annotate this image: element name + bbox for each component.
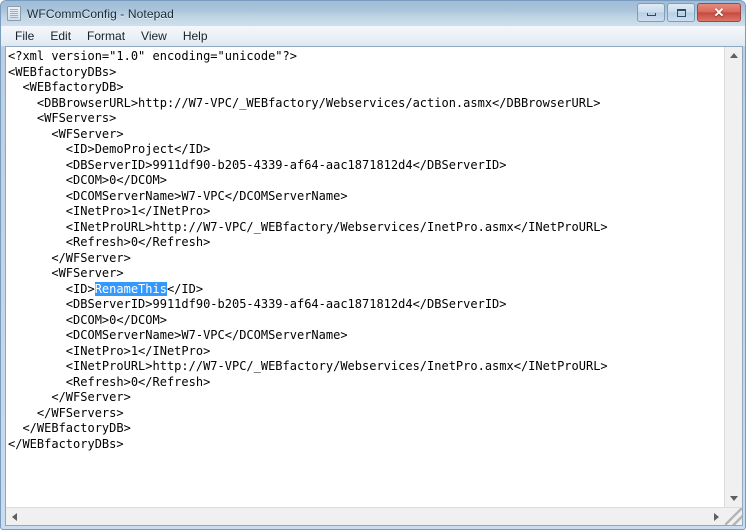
- scroll-left-button[interactable]: [6, 508, 23, 525]
- minimize-icon: [647, 13, 656, 16]
- close-button[interactable]: ✕: [697, 3, 741, 22]
- notepad-document-icon: [7, 6, 21, 21]
- text-editor-area[interactable]: <?xml version="1.0" encoding="unicode"?>…: [6, 47, 724, 507]
- xml-content[interactable]: <?xml version="1.0" encoding="unicode"?>…: [8, 49, 724, 452]
- close-icon: ✕: [714, 6, 725, 19]
- vertical-scrollbar[interactable]: [724, 47, 742, 507]
- selected-text[interactable]: RenameThis: [95, 282, 167, 296]
- menu-item-view[interactable]: View: [133, 28, 175, 44]
- menu-item-format[interactable]: Format: [79, 28, 133, 44]
- horizontal-scroll-track[interactable]: [23, 508, 708, 525]
- notepad-window: WFCommConfig - Notepad ✕ File Edit Forma…: [0, 0, 746, 530]
- window-controls: ✕: [637, 3, 741, 22]
- scroll-up-button[interactable]: [725, 47, 742, 64]
- menu-bar: File Edit Format View Help: [1, 26, 745, 47]
- scroll-down-arrow-icon: [730, 496, 738, 501]
- title-bar[interactable]: WFCommConfig - Notepad ✕: [1, 1, 745, 26]
- vertical-scroll-track[interactable]: [725, 64, 742, 490]
- scroll-down-button[interactable]: [725, 490, 742, 507]
- menu-item-file[interactable]: File: [7, 28, 42, 44]
- xml-text-before-selection: <?xml version="1.0" encoding="unicode"?>…: [8, 49, 608, 296]
- horizontal-scrollbar[interactable]: [6, 507, 742, 525]
- menu-item-help[interactable]: Help: [175, 28, 216, 44]
- editor-row: <?xml version="1.0" encoding="unicode"?>…: [6, 47, 742, 507]
- scroll-left-arrow-icon: [12, 513, 17, 521]
- menu-item-edit[interactable]: Edit: [42, 28, 79, 44]
- scroll-up-arrow-icon: [730, 53, 738, 58]
- scroll-right-arrow-icon: [714, 513, 719, 521]
- resize-grip-icon[interactable]: [725, 508, 742, 525]
- xml-text-after-selection: </ID> <DBServerID>9911df90-b205-4339-af6…: [8, 282, 608, 451]
- minimize-button[interactable]: [637, 3, 665, 22]
- editor-shell: <?xml version="1.0" encoding="unicode"?>…: [5, 46, 743, 526]
- maximize-button[interactable]: [667, 3, 695, 22]
- window-title: WFCommConfig - Notepad: [27, 7, 174, 21]
- maximize-icon: [677, 9, 686, 17]
- scroll-right-button[interactable]: [708, 508, 725, 525]
